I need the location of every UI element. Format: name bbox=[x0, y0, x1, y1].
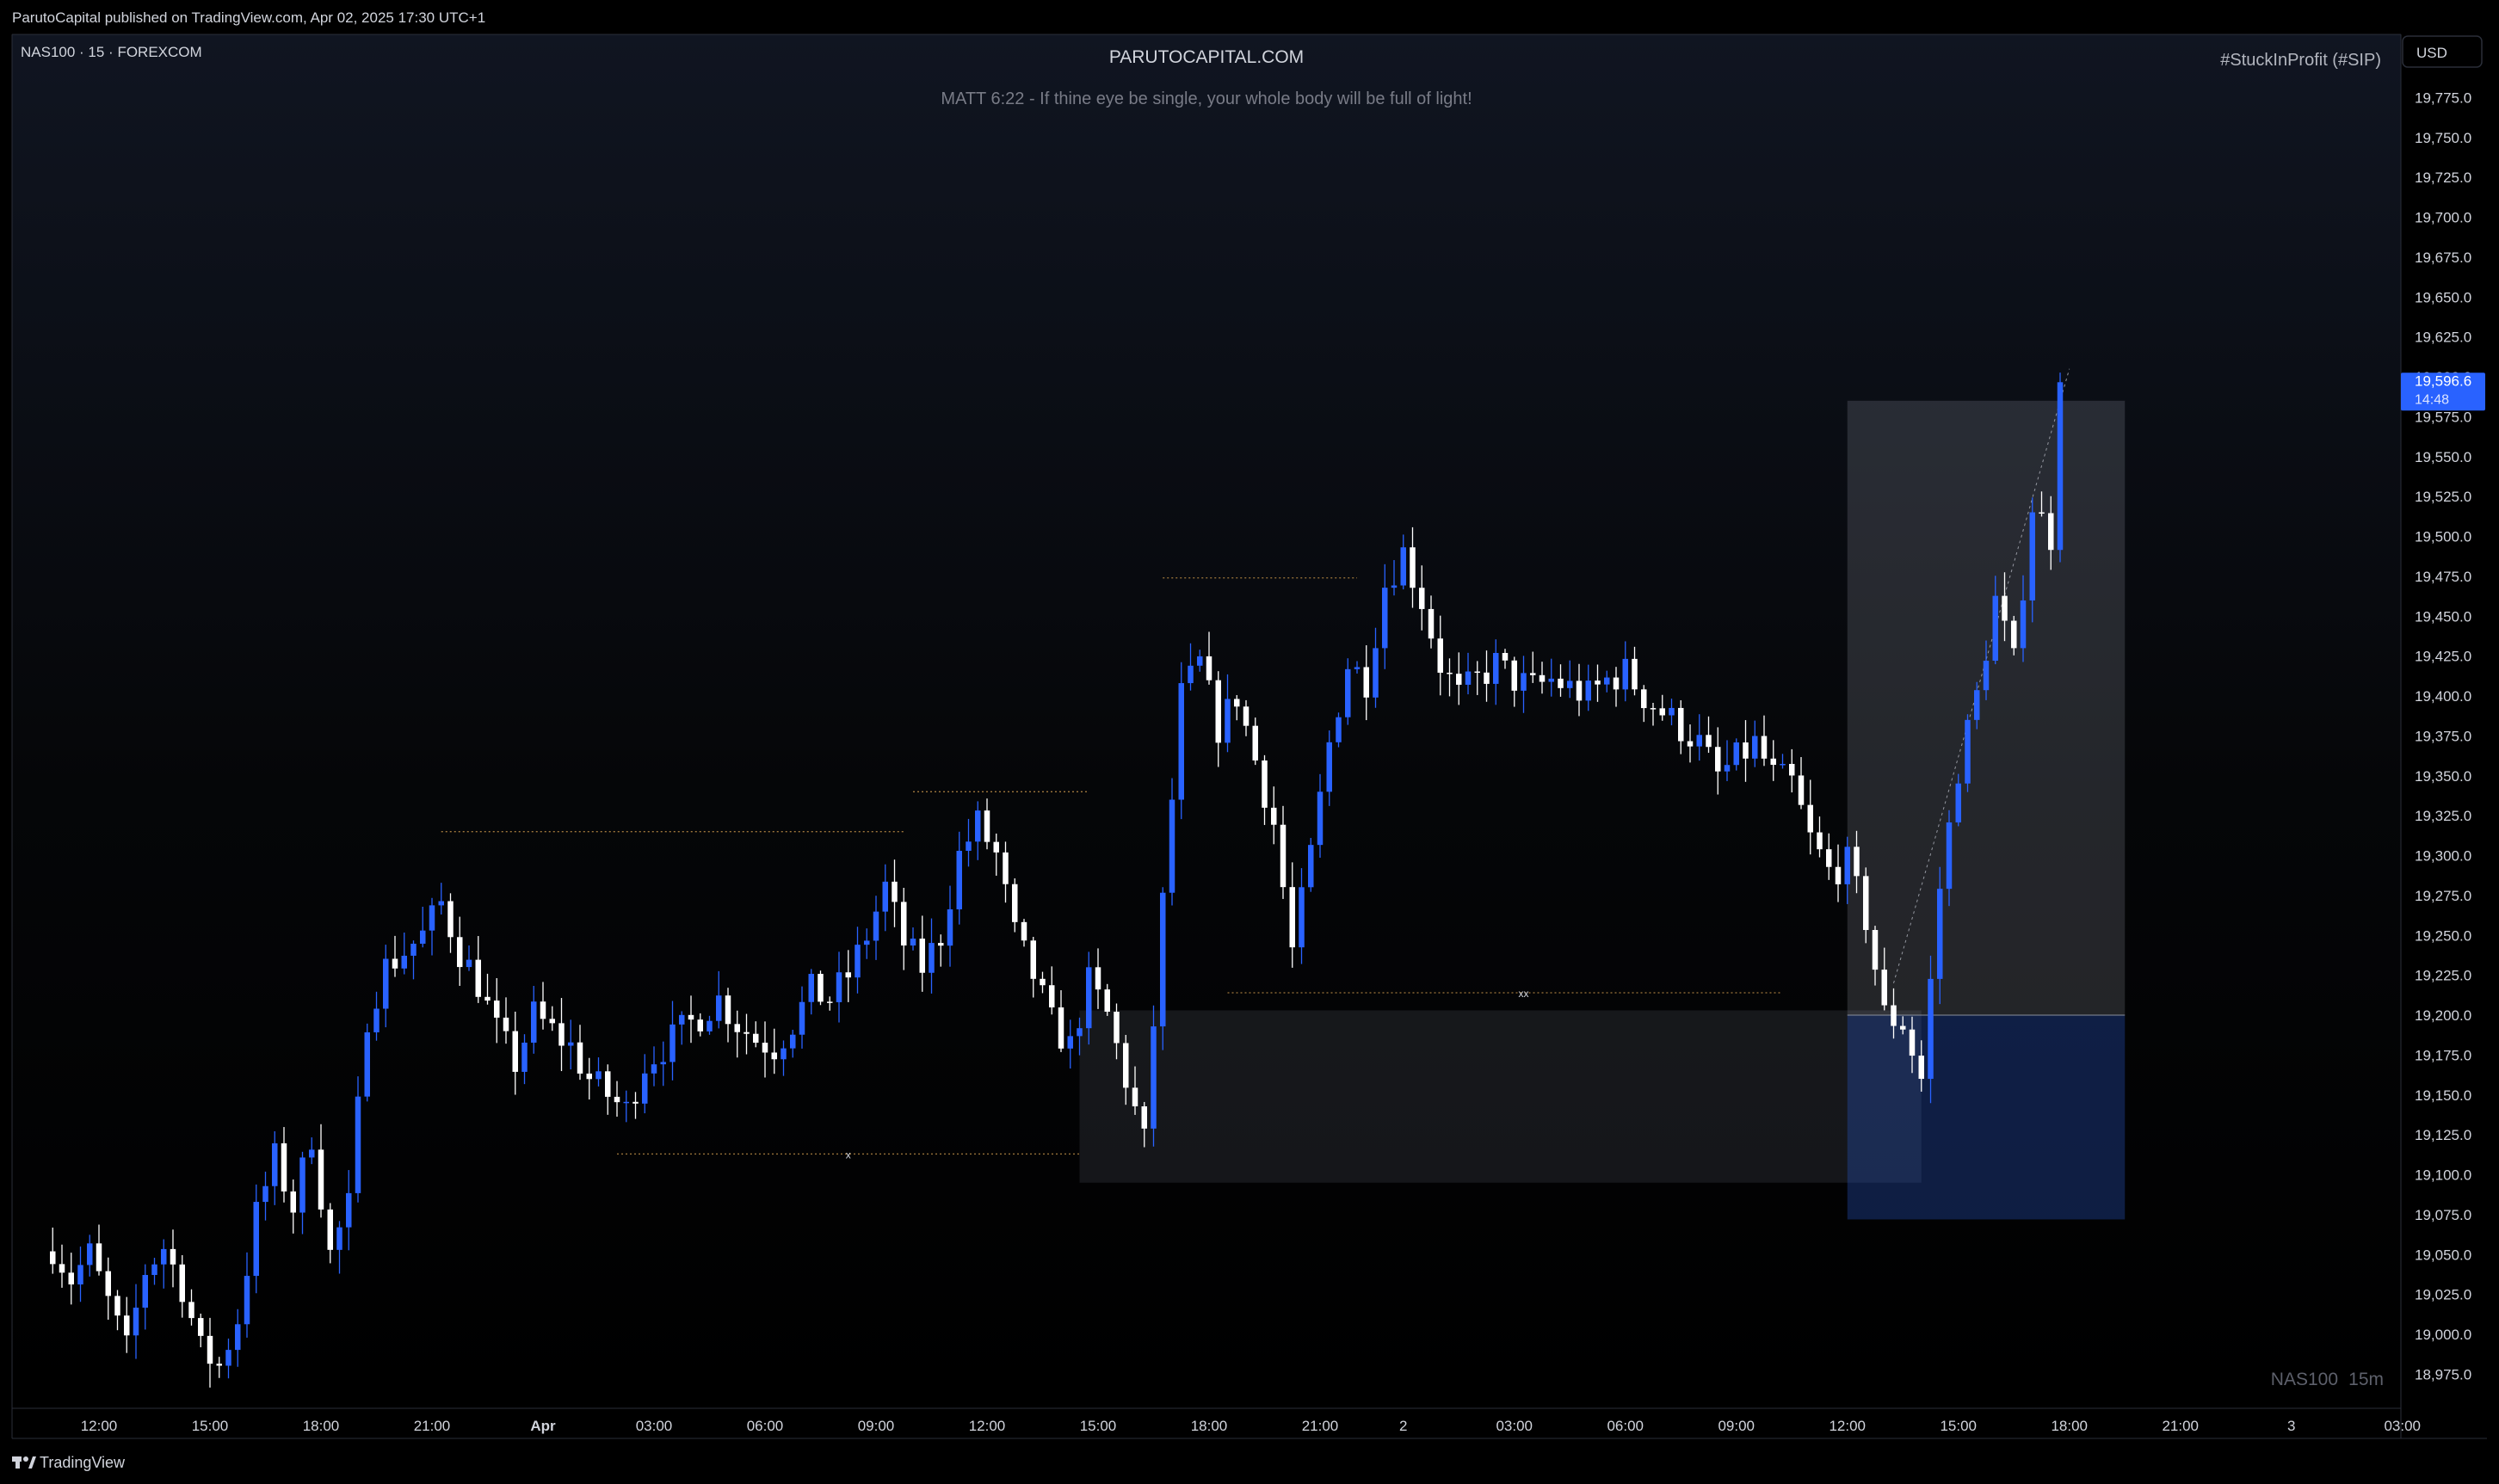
x-tick-label: 09:00 bbox=[1718, 1418, 1755, 1434]
last-price-badge: 19,596.6 14:48 bbox=[2401, 373, 2485, 411]
y-tick-label: 19,300.0 bbox=[2415, 848, 2471, 865]
x-tick-label: 3 bbox=[2287, 1418, 2295, 1434]
candle-83 bbox=[818, 970, 824, 1006]
y-tick-label: 19,425.0 bbox=[2415, 649, 2471, 665]
x-tick-label: 12:00 bbox=[969, 1418, 1006, 1434]
y-tick-label: 19,175.0 bbox=[2415, 1047, 2471, 1063]
y-tick-label: 19,650.0 bbox=[2415, 289, 2471, 305]
x-tick-label: 03:00 bbox=[1496, 1418, 1533, 1434]
x-tick-label: 03:00 bbox=[2384, 1418, 2421, 1434]
candle-217 bbox=[2057, 373, 2064, 563]
y-tick-label: 19,000.0 bbox=[2415, 1327, 2471, 1343]
x-tick-label: 06:00 bbox=[1607, 1418, 1644, 1434]
y-tick-label: 19,750.0 bbox=[2415, 130, 2471, 146]
x-tick-label: 2 bbox=[1399, 1418, 1407, 1434]
currency-button-label[interactable]: USD bbox=[2416, 45, 2447, 61]
candle-207 bbox=[1965, 714, 1971, 792]
x-tick-label: 21:00 bbox=[2162, 1418, 2199, 1434]
watermark-interval: 15m bbox=[2348, 1370, 2384, 1389]
x-tick-label: 03:00 bbox=[636, 1418, 673, 1434]
y-tick-label: 19,050.0 bbox=[2415, 1247, 2471, 1263]
symbol-info[interactable]: NAS100 · 15 · FOREXCOM bbox=[21, 44, 202, 60]
y-tick-label: 19,550.0 bbox=[2415, 449, 2471, 465]
y-tick-label: 19,375.0 bbox=[2415, 728, 2471, 744]
chart-subtitle: MATT 6:22 - If thine eye be single, your… bbox=[941, 89, 1472, 108]
watermark-symbol: NAS100 bbox=[2271, 1370, 2338, 1389]
y-tick-label: 19,575.0 bbox=[2415, 409, 2471, 425]
x-tick-label: 18:00 bbox=[303, 1418, 340, 1434]
price-chart[interactable]: 18,975.0 19,000.0 19,025.0 19,050.0 19,075.0… bbox=[0, 0, 2499, 1484]
y-tick-label: 19,500.0 bbox=[2415, 529, 2471, 545]
y-tick-label: 19,250.0 bbox=[2415, 927, 2471, 944]
y-tick-label: 19,725.0 bbox=[2415, 169, 2471, 186]
last-price-countdown: 14:48 bbox=[2415, 392, 2449, 407]
y-tick-label: 19,025.0 bbox=[2415, 1287, 2471, 1303]
candle-119 bbox=[1151, 1005, 1157, 1147]
y-tick-label: 19,400.0 bbox=[2415, 688, 2471, 705]
y-tick-label: 19,275.0 bbox=[2415, 888, 2471, 904]
candle-34 bbox=[364, 1023, 370, 1102]
y-tick-label: 19,475.0 bbox=[2415, 569, 2471, 585]
y-tick-label: 19,625.0 bbox=[2415, 329, 2471, 346]
y-tick-label: 19,525.0 bbox=[2415, 489, 2471, 505]
candle-120 bbox=[1160, 887, 1166, 1050]
y-tick-label: 19,200.0 bbox=[2415, 1007, 2471, 1024]
zone-profit[interactable] bbox=[1847, 400, 2126, 1015]
x-tick-label: 12:00 bbox=[81, 1418, 118, 1434]
x-tick-label: 21:00 bbox=[414, 1418, 451, 1434]
y-tick-label: 19,150.0 bbox=[2415, 1087, 2471, 1104]
y-tick-label: 19,350.0 bbox=[2415, 768, 2471, 785]
y-tick-label: 19,075.0 bbox=[2415, 1207, 2471, 1223]
candle-139 bbox=[1336, 712, 1342, 748]
zone-range[interactable] bbox=[1079, 1010, 1922, 1183]
x-tick-label: 09:00 bbox=[858, 1418, 895, 1434]
y-tick-label: 19,675.0 bbox=[2415, 249, 2471, 266]
x-tick-label: 15:00 bbox=[192, 1418, 229, 1434]
x-tick-label: 06:00 bbox=[747, 1418, 784, 1434]
watermark-top: PARUTOCAPITAL.COM bbox=[1109, 47, 1304, 67]
x-tick-label: Apr bbox=[530, 1418, 556, 1434]
y-tick-label: 19,700.0 bbox=[2415, 210, 2471, 226]
y-tick-label: 19,100.0 bbox=[2415, 1167, 2471, 1184]
y-tick-label: 19,225.0 bbox=[2415, 968, 2471, 984]
y-tick-label: 18,975.0 bbox=[2415, 1366, 2471, 1382]
tradingview-chart-window: 18,975.0 19,000.0 19,025.0 19,050.0 19,075.0… bbox=[0, 0, 2499, 1484]
x-tick-label: 15:00 bbox=[1940, 1418, 1977, 1434]
y-tick-label: 19,325.0 bbox=[2415, 808, 2471, 824]
x-tick-label: 18:00 bbox=[2051, 1418, 2088, 1434]
footer-brand[interactable]: TradingView bbox=[40, 1454, 126, 1471]
y-tick-label: 19,125.0 bbox=[2415, 1127, 2471, 1143]
x-tick-label: 15:00 bbox=[1080, 1418, 1117, 1434]
last-price-value: 19,596.6 bbox=[2415, 373, 2471, 389]
candle-136 bbox=[1308, 837, 1314, 892]
y-tick-label: 19,775.0 bbox=[2415, 89, 2471, 106]
hashtag-label: #StuckInProfit (#SIP) bbox=[2220, 51, 2381, 70]
x-tick-label: 12:00 bbox=[1829, 1418, 1866, 1434]
marker-1: xx bbox=[1519, 988, 1529, 1000]
marker-0: x bbox=[846, 1148, 851, 1161]
candle-122 bbox=[1178, 662, 1184, 820]
y-tick-label: 19,450.0 bbox=[2415, 608, 2471, 625]
zone-stop[interactable] bbox=[1847, 1015, 2126, 1220]
x-tick-label: 18:00 bbox=[1191, 1418, 1228, 1434]
x-tick-label: 21:00 bbox=[1302, 1418, 1339, 1434]
publisher-line: ParutoCapital published on TradingView.c… bbox=[12, 9, 485, 26]
